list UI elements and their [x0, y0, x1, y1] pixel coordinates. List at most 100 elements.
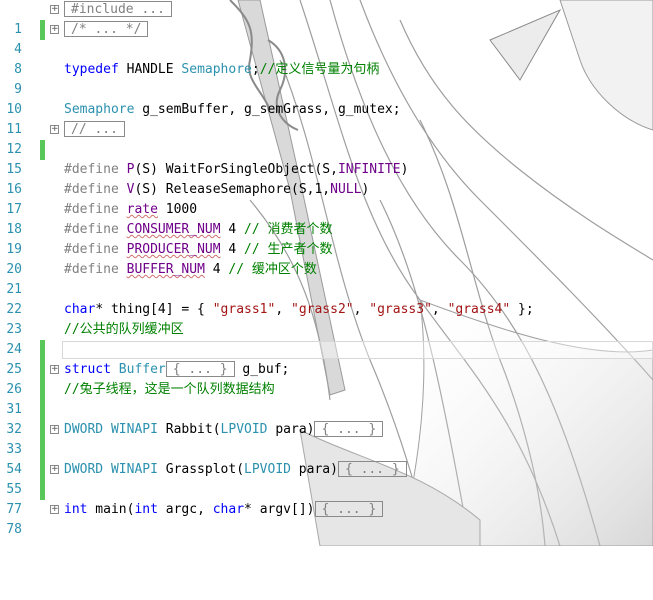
change-marker [40, 420, 45, 440]
comment: // 生产者个数 [244, 242, 333, 257]
fold-plus-icon[interactable]: + [50, 505, 59, 514]
macro-name: BUFFER_NUM [126, 262, 205, 277]
macro-name: PRODUCER_NUM [126, 242, 221, 257]
type-name: Semaphore [64, 102, 135, 117]
code-text: * argv[]) [244, 502, 315, 517]
code-text: argc, [157, 502, 213, 517]
fold-plus-icon[interactable]: + [50, 365, 59, 374]
code-line[interactable]: 77 [0, 480, 653, 517]
fold-plus-icon[interactable]: + [50, 25, 59, 34]
keyword: int [64, 502, 88, 517]
change-marker [40, 480, 45, 500]
code-line[interactable]: 78 + int main(int argc, char* argv[]){ .… [0, 500, 653, 537]
code-text: ) [361, 182, 370, 197]
type-name: Buffer [110, 362, 166, 377]
change-marker [40, 360, 45, 380]
macro-name: INFINITE [337, 162, 401, 177]
comment: //定义信号量为句柄 [259, 62, 380, 77]
code-line[interactable]: 16 #define P(S) WaitForSingleObject(S,IN… [0, 160, 653, 197]
keyword: struct [64, 362, 111, 377]
string-literal: "grass3" [369, 302, 432, 317]
collapsed-region[interactable]: #include ... [64, 1, 172, 17]
code-editor[interactable]: 1 + #include ... 4 + /* ... */ 8 9 typed… [0, 0, 653, 546]
code-line[interactable]: 12 + // ... [0, 120, 653, 157]
string-literal: "grass2" [291, 302, 354, 317]
preprocessor: #define [64, 182, 127, 197]
type-name: Semaphore [181, 62, 252, 77]
code-line[interactable]: 9 typedef HANDLE Semaphore;//定义信号量为句柄 [0, 60, 653, 97]
code-text: Grassplot( [157, 462, 245, 477]
keyword: char [212, 502, 245, 517]
change-marker [40, 440, 45, 460]
code-text: 1000 [157, 202, 198, 217]
code-line[interactable]: 11 Semaphore g_semBuffer, g_semGrass, g_… [0, 100, 653, 137]
code-text: 4 [220, 222, 245, 237]
code-line[interactable]: 17 #define V(S) ReleaseSemaphore(S,1,NUL… [0, 180, 653, 217]
keyword: int [134, 502, 158, 517]
change-marker [40, 140, 45, 160]
collapsed-region[interactable]: // ... [64, 121, 125, 137]
change-marker [40, 20, 45, 40]
change-marker [40, 340, 45, 360]
code-text: Rabbit( [157, 422, 221, 437]
code-text: (S) WaitForSingleObject(S, [134, 162, 338, 177]
code-text: para) [290, 462, 338, 477]
code-line[interactable]: 55 + DWORD WINAPI Grassplot(LPVOID para)… [0, 460, 653, 497]
type-name: DWORD WINAPI [64, 462, 158, 477]
collapsed-region[interactable]: { ... } [337, 461, 407, 477]
macro-name: rate [126, 202, 158, 217]
line-number: 78 [6, 522, 22, 537]
fold-plus-icon[interactable]: + [50, 425, 59, 434]
code-line[interactable]: 24 //公共的队列缓冲区 [0, 320, 653, 357]
comment: //兔子线程，这是一个队列数据结构 [64, 382, 275, 397]
code-line[interactable]: 54 [0, 440, 653, 477]
type-name: LPVOID [220, 422, 268, 437]
code-line[interactable]: 20 #define PRODUCER_NUM 4 // 生产者个数 [0, 240, 653, 277]
preprocessor: #define [64, 262, 127, 277]
type-name: LPVOID [244, 462, 291, 477]
collapsed-region[interactable]: { ... } [314, 421, 384, 437]
change-marker [40, 400, 45, 420]
keyword: char [64, 302, 96, 317]
collapsed-region[interactable]: { ... } [314, 501, 384, 517]
macro-name: CONSUMER_NUM [126, 222, 221, 237]
code-line[interactable]: 18 #define rate 1000 [0, 200, 653, 237]
code-text: para) [267, 422, 315, 437]
code-line[interactable]: 23 char* thing[4] = { "grass1", "grass2"… [0, 300, 653, 337]
code-line[interactable]: 32 [0, 400, 653, 437]
code-text: 4 [220, 242, 245, 257]
comment: // 缓冲区个数 [228, 262, 317, 277]
code-line[interactable]: 33 + DWORD WINAPI Rabbit(LPVOID para){ .… [0, 420, 653, 457]
code-line[interactable]: 19 #define CONSUMER_NUM 4 // 消费者个数 [0, 220, 653, 257]
code-line[interactable]: 1 + #include ... [0, 0, 653, 37]
keyword: typedef [64, 62, 119, 77]
code-text: }; [510, 302, 534, 317]
code-line[interactable]: 15 [0, 140, 653, 177]
fold-plus-icon[interactable]: + [50, 465, 59, 474]
code-text: ) [400, 162, 409, 177]
preprocessor: #define [64, 242, 127, 257]
code-line[interactable]: 26 + struct Buffer{ ... } g_buf; [0, 360, 653, 397]
string-literal: "grass1" [212, 302, 276, 317]
code-line[interactable]: 21 #define BUFFER_NUM 4 // 缓冲区个数 [0, 260, 653, 297]
code-text: g_buf; [234, 362, 290, 377]
collapsed-region[interactable]: { ... } [165, 361, 235, 377]
code-line[interactable]: 31 //兔子线程，这是一个队列数据结构 [0, 380, 653, 417]
preprocessor: #define [64, 202, 127, 217]
code-line[interactable]: 4 + /* ... */ [0, 20, 653, 57]
code-line[interactable]: 8 [0, 40, 653, 77]
collapsed-region[interactable]: /* ... */ [64, 21, 149, 37]
comment: // 消费者个数 [244, 222, 333, 237]
code-line[interactable]: 10 [0, 80, 653, 117]
current-line-highlight [62, 341, 653, 359]
preprocessor: #define [64, 162, 127, 177]
fold-plus-icon[interactable]: + [50, 5, 59, 14]
code-text: main( [87, 502, 135, 517]
current-code-line[interactable]: 25 [0, 340, 653, 377]
change-marker [40, 460, 45, 480]
preprocessor: #define [64, 222, 127, 237]
fold-plus-icon[interactable]: + [50, 125, 59, 134]
code-text: ; [251, 62, 260, 77]
code-text: g_semBuffer, g_semGrass, g_mutex; [134, 102, 401, 117]
code-line[interactable]: 22 [0, 280, 653, 317]
